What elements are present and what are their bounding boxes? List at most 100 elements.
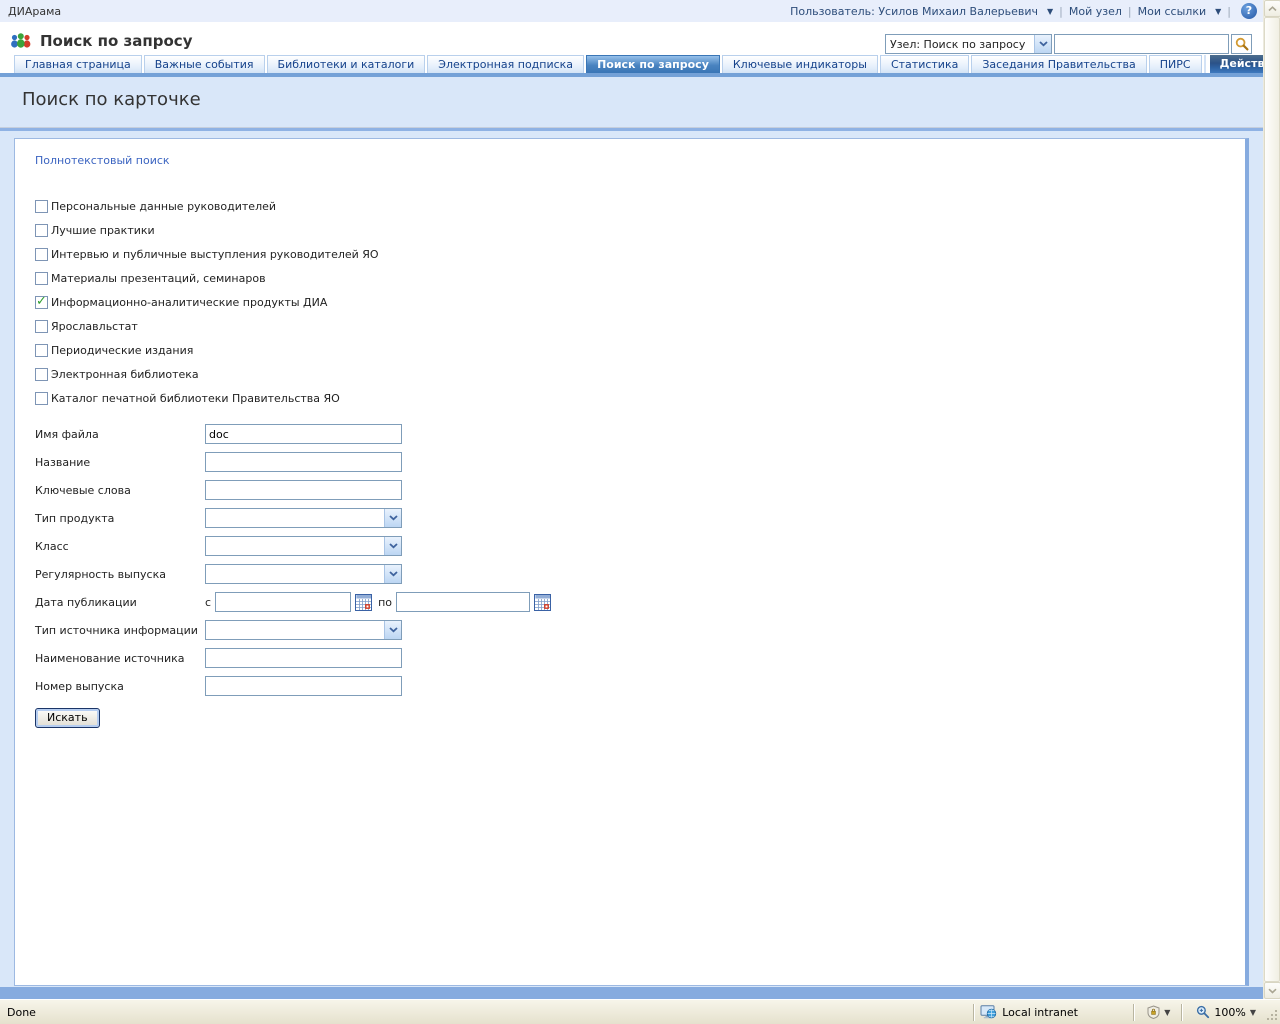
site-header: Поиск по запросу Узел: Поиск по запросу: [0, 22, 1263, 55]
user-menu-caret-icon[interactable]: [1047, 7, 1053, 16]
magnifier-icon: [1235, 37, 1249, 51]
category-row: Каталог печатной библиотеки Правительств…: [35, 386, 1225, 410]
field-label: Имя файла: [35, 428, 205, 441]
category-row: Материалы презентаций, семинаров: [35, 266, 1225, 290]
zoom-magnifier-icon: [1196, 1005, 1210, 1019]
vertical-scrollbar[interactable]: [1263, 0, 1280, 999]
my-links-menu[interactable]: Мои ссылки: [1138, 5, 1206, 18]
category-row: Персональные данные руководителей: [35, 194, 1225, 218]
form-row-issue-number: Номер выпуска: [35, 672, 1225, 700]
shield-lock-icon: [1146, 1005, 1161, 1019]
field-label: Тип продукта: [35, 512, 205, 525]
search-submit-button[interactable]: Искать: [35, 708, 100, 728]
checkbox-label: Материалы презентаций, семинаров: [51, 272, 266, 285]
date-from-input[interactable]: [215, 592, 351, 612]
keywords-input[interactable]: [205, 480, 402, 500]
checkbox-label: Периодические издания: [51, 344, 193, 357]
checkbox-yaroslavlstat[interactable]: [35, 320, 48, 333]
scroll-down-button[interactable]: [1264, 982, 1280, 999]
scroll-up-button[interactable]: [1264, 0, 1280, 17]
category-checkbox-list: Персональные данные руководителей Лучшие…: [35, 194, 1225, 410]
my-site-link[interactable]: Мой узел: [1069, 5, 1122, 18]
top-bar-right: Пользователь: Усилов Михаил Валерьевич М…: [790, 3, 1257, 19]
file-name-input[interactable]: [205, 424, 402, 444]
checkbox-personal-data[interactable]: [35, 200, 48, 213]
field-label: Класс: [35, 540, 205, 553]
checkbox-label: Ярославльстат: [51, 320, 138, 333]
checkbox-label: Персональные данные руководителей: [51, 200, 276, 213]
resize-grip[interactable]: [1264, 1001, 1280, 1023]
class-select[interactable]: [205, 536, 402, 556]
scrollbar-thumb[interactable]: [1264, 17, 1280, 982]
tab-filler: [1204, 55, 1206, 73]
status-separator: [1133, 1004, 1135, 1021]
selected-value: [206, 509, 384, 527]
checkbox-interviews[interactable]: [35, 248, 48, 261]
checkbox-dia-products[interactable]: [35, 296, 48, 309]
calendar-icon[interactable]: [534, 594, 551, 611]
chevron-down-icon[interactable]: [384, 537, 401, 555]
search-scope-dropdown[interactable]: Узел: Поиск по запросу: [885, 34, 1052, 54]
status-text: Done: [0, 1006, 968, 1019]
checkbox-presentations[interactable]: [35, 272, 48, 285]
product-type-select[interactable]: [205, 508, 402, 528]
source-name-input[interactable]: [205, 648, 402, 668]
tab-key-indicators[interactable]: Ключевые индикаторы: [722, 55, 878, 73]
form-row-publish-date: Дата публикации с по: [35, 588, 1225, 616]
tab-pirs[interactable]: ПИРС: [1149, 55, 1202, 73]
checkbox-periodicals[interactable]: [35, 344, 48, 357]
date-from-label: с: [205, 596, 211, 609]
tab-e-subscription[interactable]: Электронная подписка: [427, 55, 584, 73]
my-links-caret-icon[interactable]: [1215, 7, 1221, 16]
user-menu[interactable]: Пользователь: Усилов Михаил Валерьевич: [790, 5, 1038, 18]
search-input[interactable]: [1054, 34, 1229, 54]
category-row: Интервью и публичные выступления руковод…: [35, 242, 1225, 266]
form-row-product-type: Тип продукта: [35, 504, 1225, 532]
source-type-select[interactable]: [205, 620, 402, 640]
tab-statistics[interactable]: Статистика: [880, 55, 969, 73]
date-to-input[interactable]: [396, 592, 530, 612]
app-name: ДИАрама: [8, 5, 61, 18]
search-zone: Узел: Поиск по запросу: [885, 34, 1252, 54]
tab-home[interactable]: Главная страница: [14, 55, 142, 73]
tab-government-sessions[interactable]: Заседания Правительства: [971, 55, 1146, 73]
calendar-icon[interactable]: [355, 594, 372, 611]
field-label: Ключевые слова: [35, 484, 205, 497]
chevron-down-icon[interactable]: [384, 565, 401, 583]
top-link-bar: ДИАрама Пользователь: Усилов Михаил Вале…: [0, 0, 1263, 22]
category-row: Информационно-аналитические продукты ДИА: [35, 290, 1225, 314]
scope-selected-value: Узел: Поиск по запросу: [886, 38, 1034, 51]
form-row-source-type: Тип источника информации: [35, 616, 1225, 644]
site-head: Поиск по запросу: [10, 31, 192, 51]
search-go-button[interactable]: [1231, 34, 1252, 54]
form-row-class: Класс: [35, 532, 1225, 560]
field-label: Тип источника информации: [35, 624, 205, 637]
checkbox-print-catalog[interactable]: [35, 392, 48, 405]
zone-label: Local intranet: [1002, 1006, 1078, 1019]
tab-search-by-query[interactable]: Поиск по запросу: [586, 55, 720, 73]
bottom-page-strip: [0, 987, 1263, 999]
status-bar: Done Local intranet 100%: [0, 999, 1280, 1024]
separator: [1227, 5, 1231, 18]
category-row: Электронная библиотека: [35, 362, 1225, 386]
chevron-down-icon[interactable]: [1034, 35, 1051, 53]
checkbox-best-practices[interactable]: [35, 224, 48, 237]
search-card-form: Полнотекстовый поиск Персональные данные…: [14, 138, 1249, 986]
chevron-down-icon[interactable]: [384, 621, 401, 639]
tab-libraries-catalogs[interactable]: Библиотеки и каталоги: [267, 55, 426, 73]
fulltext-search-link[interactable]: Полнотекстовый поиск: [35, 154, 170, 167]
checkbox-e-library[interactable]: [35, 368, 48, 381]
checkbox-label: Каталог печатной библиотеки Правительств…: [51, 392, 340, 405]
chevron-down-icon[interactable]: [384, 509, 401, 527]
category-row: Лучшие практики: [35, 218, 1225, 242]
regularity-select[interactable]: [205, 564, 402, 584]
issue-number-input[interactable]: [205, 676, 402, 696]
tab-important-events[interactable]: Важные события: [144, 55, 265, 73]
title-input[interactable]: [205, 452, 402, 472]
help-icon[interactable]: [1241, 3, 1257, 19]
security-report-button[interactable]: [1140, 1005, 1176, 1019]
status-separator: [973, 1004, 975, 1021]
checkbox-label: Лучшие практики: [51, 224, 155, 237]
zoom-control[interactable]: 100%: [1188, 1005, 1264, 1019]
field-label: Номер выпуска: [35, 680, 205, 693]
